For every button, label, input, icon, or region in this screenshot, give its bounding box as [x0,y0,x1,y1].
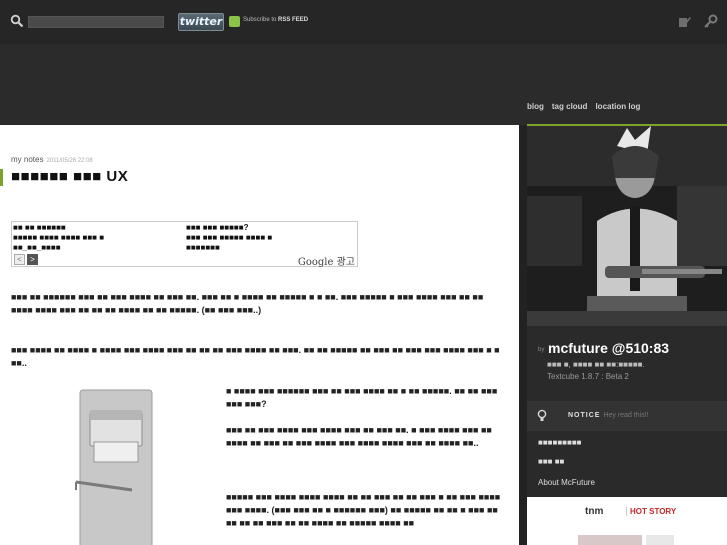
lightbulb-icon [537,409,547,421]
admin-key-icon[interactable] [703,14,718,29]
search-input[interactable] [28,16,164,28]
post-paragraph: ■■■ ■■ ■■■■■■ ■■■ ■■ ■■■ ■■■■ ■■ ■■■ ■■.… [11,292,484,315]
tnm-logo[interactable]: tnm [585,506,603,517]
ad-right-column[interactable]: ■■■ ■■■ ■■■■■? ■■■ ■■■ ■■■■■ ■■■■ ■ ■■■■… [186,223,354,253]
nav-tag-cloud[interactable]: tag cloud [552,102,588,111]
rss-icon[interactable] [229,16,240,27]
by-label: by [538,347,545,353]
sidebar-item-2[interactable]: ■■■ ■■ [538,457,564,466]
hot-story-thumbnail[interactable] [578,535,642,545]
version-text: Textcube 1.8.7 : Beta 2 [547,372,629,381]
notice-title[interactable]: NOTICE Hey read this!! [568,412,649,419]
rss-subscribe-link[interactable]: Subscribe to RSS FEED [243,17,308,23]
blog-header [0,44,727,125]
post-paragraph: ■■■ ■■■■ ■■ ■■■■ ■ ■■■■ ■■■ ■■■■ ■■■ ■■ … [11,345,500,368]
post-paragraph: ■ ■■■■ ■■■ ■■■■■■ ■■■ ■■ ■■■ ■■■■ ■■ ■ ■… [226,386,498,409]
ad-right-line: ■■■ ■■■ ■■■■■ ■■■■ ■ [186,233,273,242]
product-image [75,389,153,545]
ad-right-line: ■■■■■■■ [186,243,220,252]
post-meta: my notes 2011/05/26 22:08 [11,155,93,164]
twitter-button[interactable]: twitter [178,13,224,31]
ad-left-line: ■■■■■ ■■■■ ■■■■ ■■■ ■ [13,233,105,242]
ad-next-button[interactable]: > [27,254,38,265]
main-nav: blog tag cloud location log [527,102,640,111]
post-date: 2011/05/26 22:08 [46,158,93,164]
write-icon[interactable] [678,15,692,29]
google-ad-logo[interactable]: Google 광고 [298,253,355,268]
nav-location-log[interactable]: location log [595,102,640,111]
hot-story-label[interactable]: HOT STORY [626,507,676,516]
title-accent-bar [0,169,3,186]
notice-hint: Hey read this!! [603,412,649,419]
rss-text-prefix: Subscribe to [243,17,279,23]
hot-story-thumbnail[interactable] [646,535,674,545]
notice-label: NOTICE [568,412,601,419]
post-paragraph: ■■■■■ ■■■ ■■■■ ■■■■ ■■■■ ■■ ■■ ■■■ ■■ ■■… [226,492,501,528]
sidebar-item-about[interactable]: About McFuture [538,478,595,487]
ad-prev-button[interactable]: < [14,254,25,265]
blog-description: ■■■ ■, ■■■■ ■■ ■■:■■■■■. [547,360,645,369]
search-icon[interactable] [10,14,24,28]
post-category[interactable]: my notes [11,155,43,164]
sidebar-item-1[interactable]: ■■■■■■■■■ [538,438,582,447]
ad-left-line: ■■_■■_■■■■ [13,243,61,252]
ad-left-column[interactable]: ■■ ■■ ■■■■■■ ■■■■■ ■■■■ ■■■■ ■■■ ■ ■■_■■… [13,223,181,253]
nav-blog[interactable]: blog [527,102,544,111]
ad-left-line: ■■ ■■ ■■■■■■ [13,223,66,232]
google-ad-box[interactable]: ■■ ■■ ■■■■■■ ■■■■■ ■■■■ ■■■■ ■■■ ■ ■■_■■… [11,221,358,268]
rss-text-bold: RSS FEED [278,17,309,23]
post-paragraph: ■■■ ■■ ■■■ ■■■■ ■■■ ■■■■ ■■■ ■■ ■■■ ■■. … [226,425,492,448]
post-title[interactable]: ■■■■■■ ■■■ UX [11,168,128,185]
blog-name[interactable]: mcfuture @510:83 [548,340,669,356]
ad-right-line: ■■■ ■■■ ■■■■■? [186,223,249,232]
profile-photo [527,126,727,326]
